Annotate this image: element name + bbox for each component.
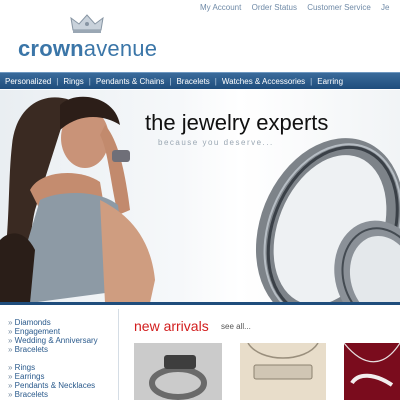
product-thumbnail[interactable] [240,343,326,400]
sidebar-item-engagement[interactable]: Engagement [8,327,98,336]
new-arrivals-heading: new arrivals [134,318,209,334]
sidebar-group-1: Diamonds Engagement Wedding & Anniversar… [8,318,98,354]
sidebar-group-2: Rings Earrings Pendants & Necklaces Brac… [8,363,96,399]
link-order-status[interactable]: Order Status [252,3,297,12]
site-logo[interactable]: crownavenue [18,14,168,62]
nav-bracelets[interactable]: Bracelets [171,77,214,86]
product-thumbnail[interactable] [134,343,222,400]
sidebar-item-pendants-necklaces[interactable]: Pendants & Necklaces [8,381,96,390]
main-nav: Personalized | Rings | Pendants & Chains… [0,72,400,89]
link-customer-service[interactable]: Customer Service [307,3,371,12]
hero-divider [0,302,400,305]
logo-wordmark: crownavenue [18,36,157,62]
name-necklace-image [240,343,326,400]
name-pendant-image [344,343,400,400]
nav-pendants-chains[interactable]: Pendants & Chains [91,77,170,86]
model-figure [0,96,155,303]
hero-headline: the jewelry experts [145,110,329,135]
sidebar-item-bracelets[interactable]: Bracelets [8,390,95,399]
crown-icon [70,14,104,33]
sidebar-item-rings[interactable]: Rings [8,363,95,372]
logo-part-crown: crown [18,36,84,61]
sidebar-item-wedding-anniversary[interactable]: Wedding & Anniversary [8,336,98,345]
nav-watches-accessories[interactable]: Watches & Accessories [217,77,310,86]
see-all-link[interactable]: see all... [221,322,251,331]
nav-earrings[interactable]: Earring [312,77,348,86]
name-ring-image [134,343,222,400]
sidebar-item-diamonds[interactable]: Diamonds [8,318,98,327]
column-divider [118,309,119,400]
nav-personalized[interactable]: Personalized [0,77,56,86]
link-my-account[interactable]: My Account [200,3,241,12]
sidebar-item-bracelets[interactable]: Bracelets [8,345,98,354]
logo-part-avenue: avenue [83,36,158,61]
sidebar-item-earrings[interactable]: Earrings [8,372,95,381]
product-thumbnail[interactable] [344,343,400,400]
top-links: My Account Order Status Customer Service… [200,3,397,12]
link-truncated[interactable]: Je [381,3,389,12]
nav-rings[interactable]: Rings [58,77,88,86]
hero-banner[interactable]: the jewelry experts because you deserve.… [0,90,400,303]
hero-tagline: because you deserve... [158,138,274,147]
